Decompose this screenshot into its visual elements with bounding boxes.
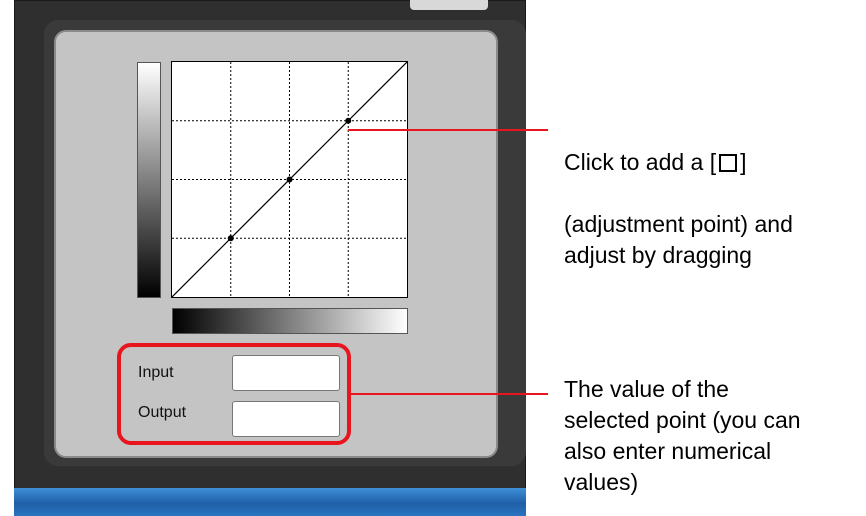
callout-adjust-point: Click to add a [] (adjustment point) and…: [564, 116, 793, 271]
callout-adjust-rest: (adjustment point) and adjust by draggin…: [564, 211, 793, 268]
input-gradient-bar: [172, 308, 408, 334]
callout-line-value: [351, 393, 548, 395]
callout-adjust-suffix: ]: [740, 149, 747, 175]
window-tab[interactable]: [410, 0, 488, 10]
tone-curve-graph[interactable]: [171, 61, 408, 298]
output-gradient-bar: [137, 62, 161, 298]
callout-adjust-prefix: Click to add a [: [564, 149, 717, 175]
adjustment-point[interactable]: [345, 117, 352, 124]
callout-value: The value of the selected point (you can…: [564, 376, 801, 495]
adjustment-point[interactable]: [227, 235, 234, 242]
window-bottom-bar: [14, 488, 526, 516]
curve-svg: [172, 62, 407, 297]
adjustment-point[interactable]: [286, 176, 293, 183]
adjustment-point-icon: [719, 154, 738, 172]
value-highlight-box: [117, 343, 351, 445]
callout-line-adjust: [348, 129, 548, 131]
